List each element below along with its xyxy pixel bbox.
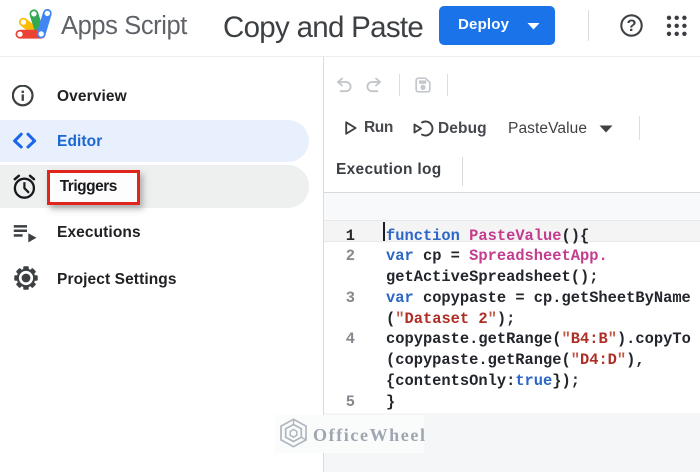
svg-text:?: ?	[627, 17, 637, 35]
